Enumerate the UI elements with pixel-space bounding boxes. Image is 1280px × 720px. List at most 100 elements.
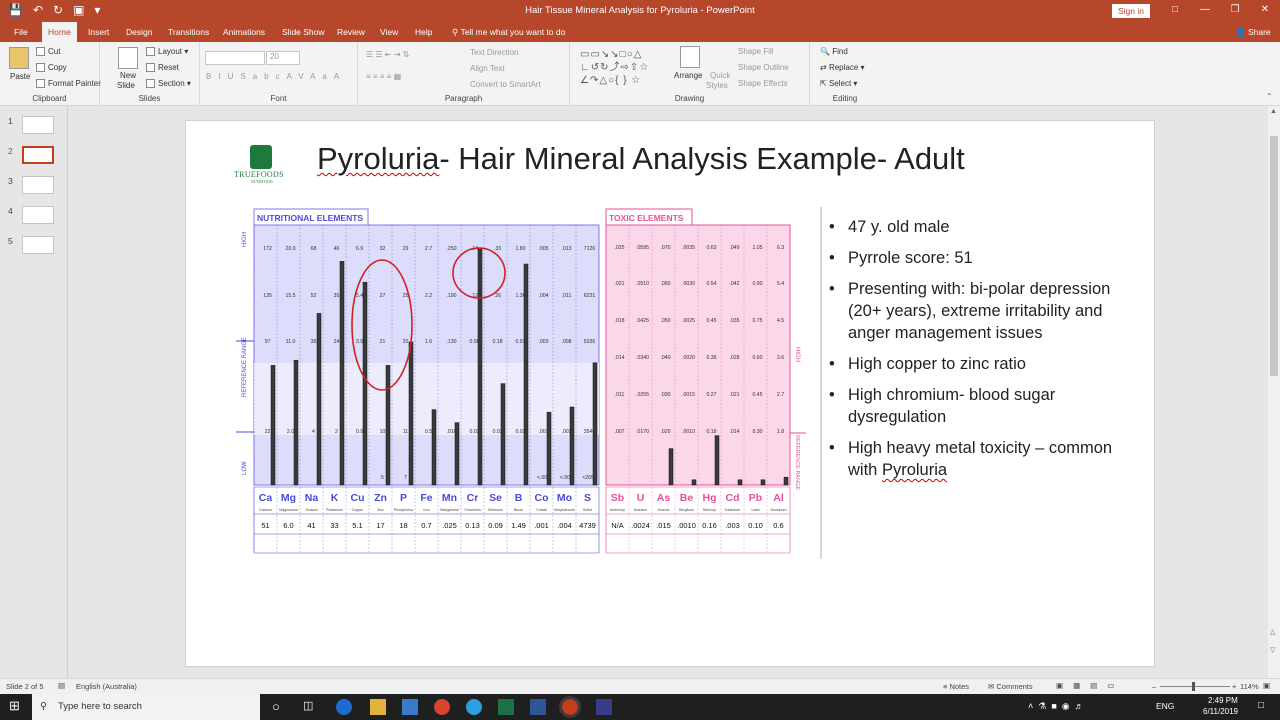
sign-in-button[interactable]: Sign in <box>1112 4 1150 18</box>
format-painter-button[interactable]: Format Painter <box>36 79 101 89</box>
bold-button[interactable]: B <box>206 72 218 81</box>
arrange-icon[interactable] <box>680 46 700 68</box>
restore-icon[interactable]: ❐ <box>1220 0 1250 22</box>
slide-title[interactable]: Pyroluria- Hair Mineral Analysis Example… <box>317 141 965 177</box>
task-view-icon[interactable]: ◫ <box>303 699 319 715</box>
zoom-slider[interactable] <box>1160 686 1230 687</box>
store-icon[interactable] <box>402 699 418 715</box>
new-slide-button[interactable]: New <box>120 71 136 80</box>
scroll-up-icon[interactable]: ▲ <box>1270 108 1277 115</box>
shadow-button[interactable]: abc <box>253 72 287 81</box>
font-name-box[interactable] <box>205 51 265 65</box>
chrome-icon[interactable] <box>434 699 450 715</box>
comments-button[interactable]: ✉ Comments <box>988 682 1033 691</box>
clock-date[interactable]: 6/11/2019 <box>1203 707 1238 716</box>
section-button[interactable]: Section ▾ <box>146 79 191 89</box>
ribbon-display-icon[interactable]: □ <box>1160 0 1190 22</box>
system-tray-icons[interactable]: ˄⚗■◉♬ <box>1028 701 1089 712</box>
paste-button[interactable]: Paste <box>10 72 30 81</box>
align-text-button[interactable]: Align Text <box>470 64 505 73</box>
change-case-button[interactable]: Aa <box>310 72 334 81</box>
cut-button[interactable]: Cut <box>36 47 60 57</box>
quick-styles-button[interactable]: Quick <box>710 71 730 80</box>
taskbar-search-box[interactable]: ⚲ Type here to search <box>32 694 260 720</box>
italic-button[interactable]: I <box>218 72 227 81</box>
tab-animations[interactable]: Animations <box>217 22 271 42</box>
font-size-box[interactable]: 20 <box>266 51 300 65</box>
zoom-in-icon[interactable]: + <box>1232 682 1236 691</box>
slide-thumbnail-5[interactable] <box>22 236 54 254</box>
copy-button[interactable]: Copy <box>36 63 67 73</box>
tab-review[interactable]: Review <box>331 22 371 42</box>
collapse-ribbon-icon[interactable]: ⌃ <box>1266 92 1273 101</box>
tab-slide-show[interactable]: Slide Show <box>276 22 331 42</box>
replace-button[interactable]: ⇄ Replace ▾ <box>820 63 865 72</box>
shape-outline-button[interactable]: Shape Outline <box>738 63 789 72</box>
edge-icon[interactable] <box>336 699 352 715</box>
tab-transitions[interactable]: Transitions <box>162 22 215 42</box>
minimize-icon[interactable]: — <box>1190 0 1220 22</box>
shape-fill-button[interactable]: Shape Fill <box>738 47 774 56</box>
zoom-level[interactable]: 114% <box>1240 682 1259 691</box>
view-buttons[interactable]: ▣▦▤▭ <box>1056 681 1124 690</box>
cortana-icon[interactable]: ○ <box>272 699 288 715</box>
clock-time[interactable]: 2:49 PM <box>1208 696 1238 705</box>
spell-check-icon[interactable]: ▤ <box>58 681 65 690</box>
find-button[interactable]: 🔍 Find <box>820 47 848 56</box>
slide-thumbnail-4[interactable] <box>22 206 54 224</box>
reset-button[interactable]: Reset <box>146 63 179 73</box>
skype-icon[interactable] <box>466 699 482 715</box>
layout-button[interactable]: Layout ▾ <box>146 47 188 57</box>
notes-button[interactable]: ≡ Notes <box>943 682 969 691</box>
file-explorer-icon[interactable] <box>370 699 386 715</box>
shapes-gallery-icon[interactable]: ▭▭↘↘□○△ ∟↺↻⤴⇨⇧☆ ∠↷△○{ } ☆ <box>580 48 649 87</box>
toxic-scale-label: 0.45 <box>706 318 716 324</box>
text-direction-button[interactable]: Text Direction <box>470 48 518 57</box>
align-buttons-icon[interactable]: ≡ ≡ ≡ ≡ ▦ <box>366 72 401 81</box>
paste-icon[interactable] <box>9 47 29 69</box>
close-icon[interactable]: ✕ <box>1250 0 1280 22</box>
powerpoint-icon[interactable] <box>559 696 581 718</box>
spacing-button[interactable]: AV <box>287 72 310 81</box>
slide-thumbnail-2[interactable] <box>22 146 54 164</box>
arrange-button[interactable]: Arrange <box>674 71 702 80</box>
scrollbar-thumb[interactable] <box>1270 136 1278 376</box>
nutritional-symbol: Na <box>305 492 319 504</box>
quick-styles-button-line2[interactable]: Styles <box>706 81 728 90</box>
tab-view[interactable]: View <box>374 22 404 42</box>
tab-insert[interactable]: Insert <box>82 22 115 42</box>
share-button[interactable]: 👤 Share <box>1235 22 1271 42</box>
underline-button[interactable]: U <box>228 72 241 81</box>
zoom-out-icon[interactable]: – <box>1152 682 1156 691</box>
slide-canvas[interactable]: TRUEFOODS NUTRITION Pyroluria- Hair Mine… <box>185 120 1155 667</box>
font-color-button[interactable]: A <box>334 72 346 81</box>
notifications-icon[interactable]: □ <box>1258 700 1264 711</box>
language-indicator[interactable]: English (Australia) <box>76 682 137 691</box>
replace-icon: ⇄ <box>820 63 827 72</box>
smartart-button[interactable]: Convert to SmartArt <box>470 80 541 89</box>
previous-slide-icon[interactable]: △ <box>1270 628 1275 636</box>
vertical-scrollbar[interactable]: ▲ △ ▽ <box>1268 106 1280 678</box>
strikethrough-button[interactable]: S <box>240 72 252 81</box>
windows-start-icon[interactable]: ⊞ <box>9 699 20 713</box>
new-slide-button-line2[interactable]: Slide <box>117 81 135 90</box>
next-slide-icon[interactable]: ▽ <box>1270 646 1275 654</box>
slide-thumbnail-3[interactable] <box>22 176 54 194</box>
word-icon[interactable] <box>530 699 546 715</box>
tab-home[interactable]: Home <box>42 22 77 42</box>
zoom-slider-thumb[interactable] <box>1192 682 1195 691</box>
slide-thumbnail-1[interactable] <box>22 116 54 134</box>
select-button[interactable]: ⇱ Select ▾ <box>820 79 857 88</box>
shape-effects-button[interactable]: Shape Effects <box>738 79 788 88</box>
bullet-list[interactable]: 47 y. old male Pyrrole score: 51 Present… <box>822 216 1122 490</box>
tell-me-search[interactable]: ⚲ Tell me what you want to do <box>452 22 565 42</box>
new-slide-icon[interactable] <box>118 47 138 69</box>
input-language[interactable]: ENG <box>1156 701 1174 711</box>
excel-icon[interactable] <box>498 699 514 715</box>
snipping-tool-icon[interactable] <box>596 699 612 715</box>
tab-design[interactable]: Design <box>120 22 158 42</box>
tab-help[interactable]: Help <box>409 22 438 42</box>
tab-file[interactable]: File <box>8 22 34 42</box>
list-buttons-icon[interactable]: ☰ ☰ ⇤ ⇥ ⇅ <box>366 50 409 59</box>
fit-slide-icon[interactable]: ▣ <box>1263 681 1270 690</box>
